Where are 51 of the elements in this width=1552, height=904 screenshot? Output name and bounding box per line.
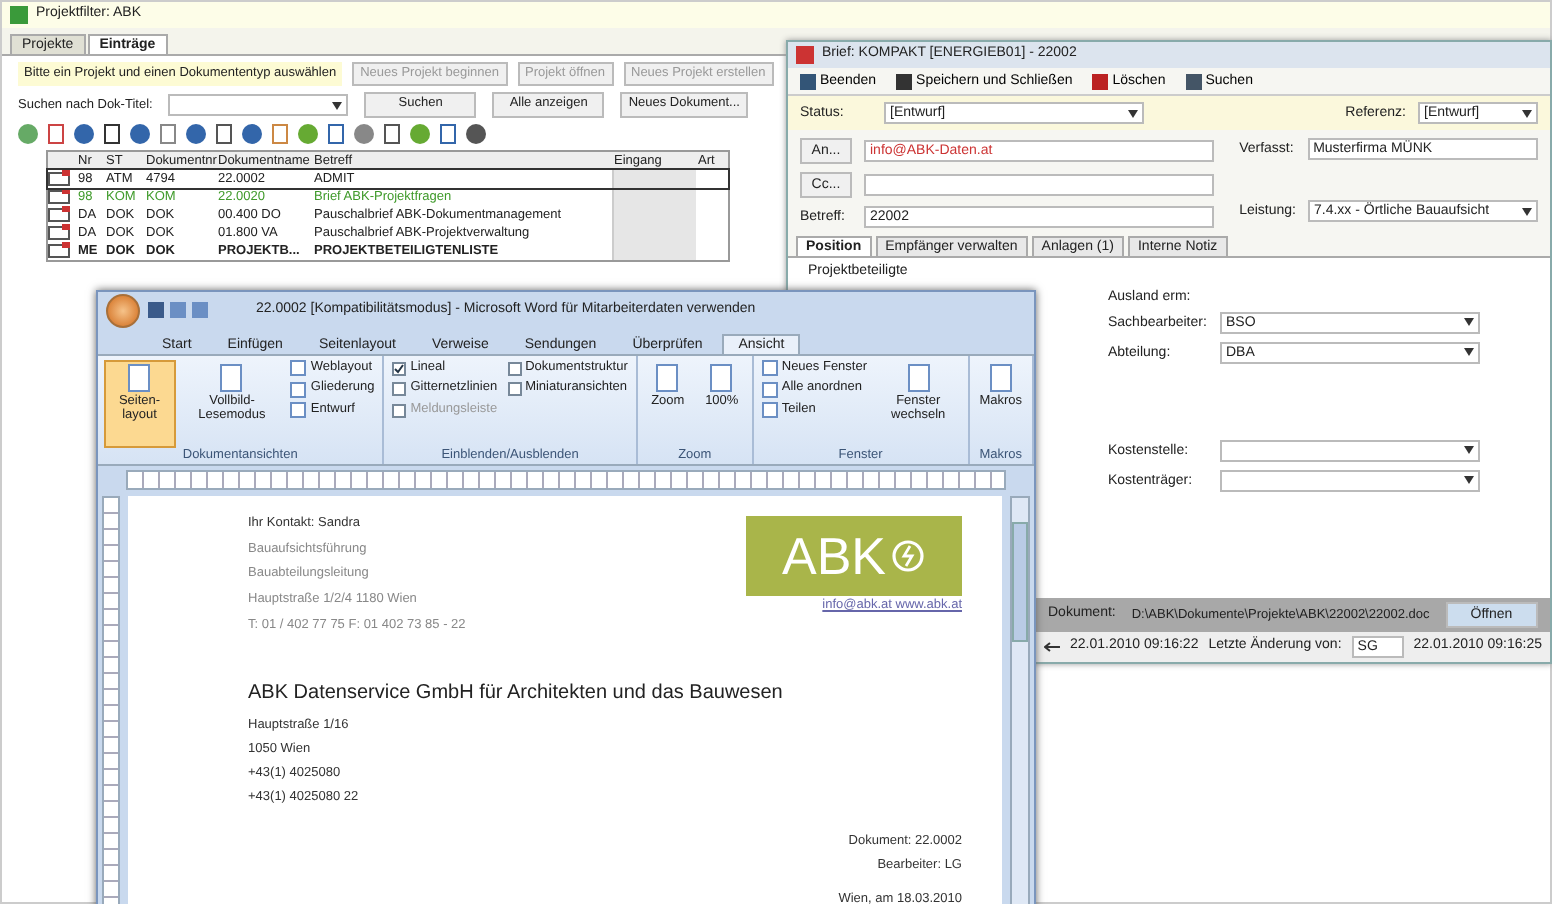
page-icon	[710, 364, 733, 392]
checkbox-icon	[392, 403, 407, 418]
toolbar-icon[interactable]	[74, 123, 94, 144]
scrollbar-thumb[interactable]	[1012, 522, 1028, 642]
checkbox-icon	[392, 382, 407, 397]
recipient-name: ABK Datenservice GmbH für Architekten und das Bauwesen	[248, 681, 785, 706]
app-icon	[10, 6, 28, 24]
checkbox-icon	[507, 382, 522, 397]
checkbox-icon	[507, 361, 522, 376]
toolbar-icon[interactable]	[102, 123, 122, 144]
search-field[interactable]	[168, 94, 349, 117]
checkbox-icon	[392, 361, 407, 376]
toolbar-icon	[800, 73, 816, 90]
envelope-icon	[48, 224, 70, 241]
toolbar-icon	[1092, 73, 1109, 90]
dropdown-caret-icon[interactable]	[332, 101, 343, 110]
letter-icon	[796, 46, 814, 64]
toolbar-icon	[896, 73, 913, 90]
envelope-icon	[48, 206, 70, 223]
envelope-icon	[48, 188, 70, 205]
scrollbar[interactable]	[1010, 496, 1030, 904]
left-arrow-icon	[1044, 642, 1060, 652]
office-button[interactable]	[106, 293, 140, 327]
dropdown-caret-icon[interactable]	[1464, 318, 1474, 327]
quick-access-icon[interactable]	[148, 302, 208, 318]
page-icon	[220, 364, 243, 392]
select-field[interactable]	[1220, 439, 1480, 462]
dropdown-caret-icon[interactable]	[1128, 109, 1138, 118]
envelope-icon	[48, 170, 70, 187]
toolbar-icon[interactable]	[214, 123, 234, 144]
toolbar-icon[interactable]	[466, 123, 486, 144]
cc-field[interactable]	[864, 174, 1214, 197]
select-field[interactable]	[1220, 469, 1480, 492]
toolbar-icon[interactable]	[186, 123, 206, 144]
toolbar-icon[interactable]	[242, 123, 262, 144]
dropdown-caret-icon[interactable]	[1522, 109, 1532, 118]
envelope-icon	[48, 242, 70, 259]
page-icon	[656, 364, 679, 392]
toolbar-icon[interactable]	[130, 123, 150, 144]
page-icon	[989, 364, 1012, 392]
dropdown-caret-icon[interactable]	[1464, 348, 1474, 357]
toolbar-icon[interactable]	[382, 123, 402, 144]
dropdown-caret-icon[interactable]	[1464, 476, 1474, 485]
company-logo: ABK	[746, 516, 962, 596]
toolbar-icon	[1185, 73, 1202, 90]
page-icon	[907, 364, 930, 392]
toolbar-icon[interactable]	[326, 123, 346, 144]
dropdown-caret-icon[interactable]	[1464, 446, 1474, 455]
toolbar-icon[interactable]	[438, 123, 458, 144]
page-icon	[128, 364, 151, 392]
dropdown-caret-icon[interactable]	[1522, 207, 1532, 216]
